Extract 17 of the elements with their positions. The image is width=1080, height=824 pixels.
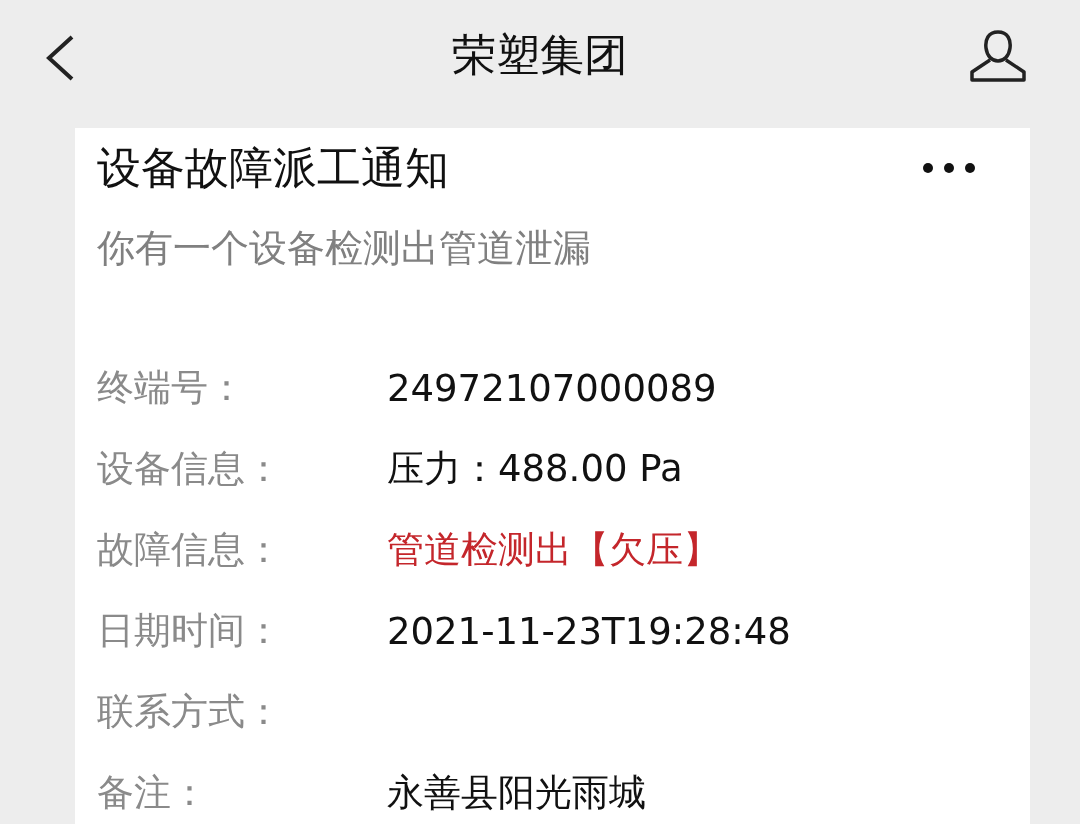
field-value: 24972107000089 <box>387 366 717 410</box>
field-label: 日期时间： <box>97 608 283 654</box>
field-label: 故障信息： <box>97 527 283 573</box>
field-value: 2021-11-23T19:28:48 <box>387 609 791 653</box>
card-subtitle: 你有一个设备检测出管道泄漏 <box>97 225 592 272</box>
person-icon[interactable] <box>968 28 1028 84</box>
field-label: 备注： <box>97 770 209 816</box>
card-title: 设备故障派工通知 <box>97 141 449 195</box>
field-label: 终端号： <box>97 365 246 411</box>
field-value: 永善县阳光雨城 <box>387 770 646 816</box>
field-label: 设备信息： <box>97 446 283 492</box>
more-icon[interactable] <box>922 162 976 174</box>
field-value: 压力：488.00 Pa <box>387 446 683 492</box>
field-label: 联系方式： <box>97 689 283 735</box>
page-title: 荣塑集团 <box>452 27 628 82</box>
field-value: 管道检测出【欠压】 <box>387 527 720 573</box>
back-icon[interactable] <box>44 34 76 82</box>
